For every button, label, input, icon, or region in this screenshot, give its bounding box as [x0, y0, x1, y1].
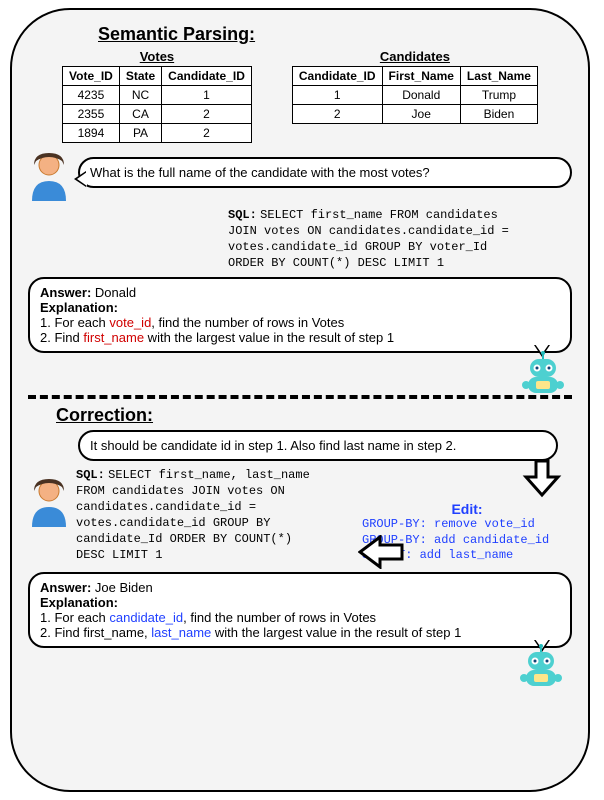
sql-label-2: SQL: — [76, 468, 105, 482]
table-row: 1 Donald Trump — [292, 86, 537, 105]
section-title-correction: Correction: — [56, 405, 572, 426]
arrow-left-icon — [358, 535, 404, 569]
sql2-code: SELECT first_name, last_name FROM candid… — [76, 468, 310, 562]
robot-icon — [518, 349, 568, 399]
sql1-code: SELECT first_name FROM candidates JOIN v… — [228, 208, 509, 270]
section-divider — [28, 395, 572, 399]
robot-icon — [516, 642, 566, 692]
answer1-bubble: Answer: Donald Explanation: 1. For each … — [28, 277, 572, 353]
correction-text: It should be candidate id in step 1. Als… — [90, 438, 456, 453]
answer-label-2: Answer: — [40, 580, 91, 595]
tables-row: Votes Vote_ID State Candidate_ID 4235 NC… — [28, 49, 572, 143]
table-row: 4235 NC 1 — [63, 86, 252, 105]
exp2-highlight-2: last_name — [151, 625, 211, 640]
answer-label: Answer: — [40, 285, 91, 300]
votes-header-0: Vote_ID — [63, 67, 120, 86]
correction-bubble: It should be candidate id in step 1. Als… — [78, 430, 558, 461]
section-title-semantic-parsing: Semantic Parsing: — [98, 24, 572, 45]
figure-frame: Semantic Parsing: Votes Vote_ID State Ca… — [10, 8, 590, 792]
answer2-text: Joe Biden — [95, 580, 153, 595]
candidates-table: Candidate_ID First_Name Last_Name 1 Dona… — [292, 66, 538, 124]
user-question-bubble: What is the full name of the candidate w… — [78, 157, 572, 188]
candidates-header-1: First_Name — [382, 67, 460, 86]
votes-table: Vote_ID State Candidate_ID 4235 NC 1 235… — [62, 66, 252, 143]
user-question-text: What is the full name of the candidate w… — [90, 165, 430, 180]
exp2-highlight-1: candidate_id — [109, 610, 183, 625]
table-row: 2355 CA 2 — [63, 105, 252, 124]
edit-line-0: GROUP-BY: remove vote_id — [362, 517, 572, 533]
votes-table-wrap: Votes Vote_ID State Candidate_ID 4235 NC… — [62, 49, 252, 143]
arrow-down-icon — [522, 459, 562, 499]
votes-header-1: State — [119, 67, 161, 86]
votes-header-2: Candidate_ID — [162, 67, 252, 86]
exp1-highlight-1: vote_id — [109, 315, 151, 330]
sql2-block: SQL: SELECT first_name, last_name FROM c… — [76, 467, 356, 563]
candidates-table-wrap: Candidates Candidate_ID First_Name Last_… — [292, 49, 538, 143]
user-avatar-icon — [28, 477, 70, 529]
candidates-header-0: Candidate_ID — [292, 67, 382, 86]
explanation-label-2: Explanation: — [40, 595, 560, 610]
votes-table-title: Votes — [62, 49, 252, 64]
sql1-block: SQL: SELECT first_name FROM candidates J… — [228, 207, 572, 271]
answer1-text: Donald — [95, 285, 136, 300]
table-row: 1894 PA 2 — [63, 124, 252, 143]
candidates-table-title: Candidates — [292, 49, 538, 64]
table-row: 2 Joe Biden — [292, 105, 537, 124]
edit-label: Edit: — [362, 501, 572, 517]
exp1-highlight-2: first_name — [83, 330, 144, 345]
user-avatar-icon — [28, 151, 70, 203]
sql-label: SQL: — [228, 208, 257, 222]
candidates-header-2: Last_Name — [460, 67, 537, 86]
answer2-bubble: Answer: Joe Biden Explanation: 1. For ea… — [28, 572, 572, 648]
explanation-label: Explanation: — [40, 300, 560, 315]
